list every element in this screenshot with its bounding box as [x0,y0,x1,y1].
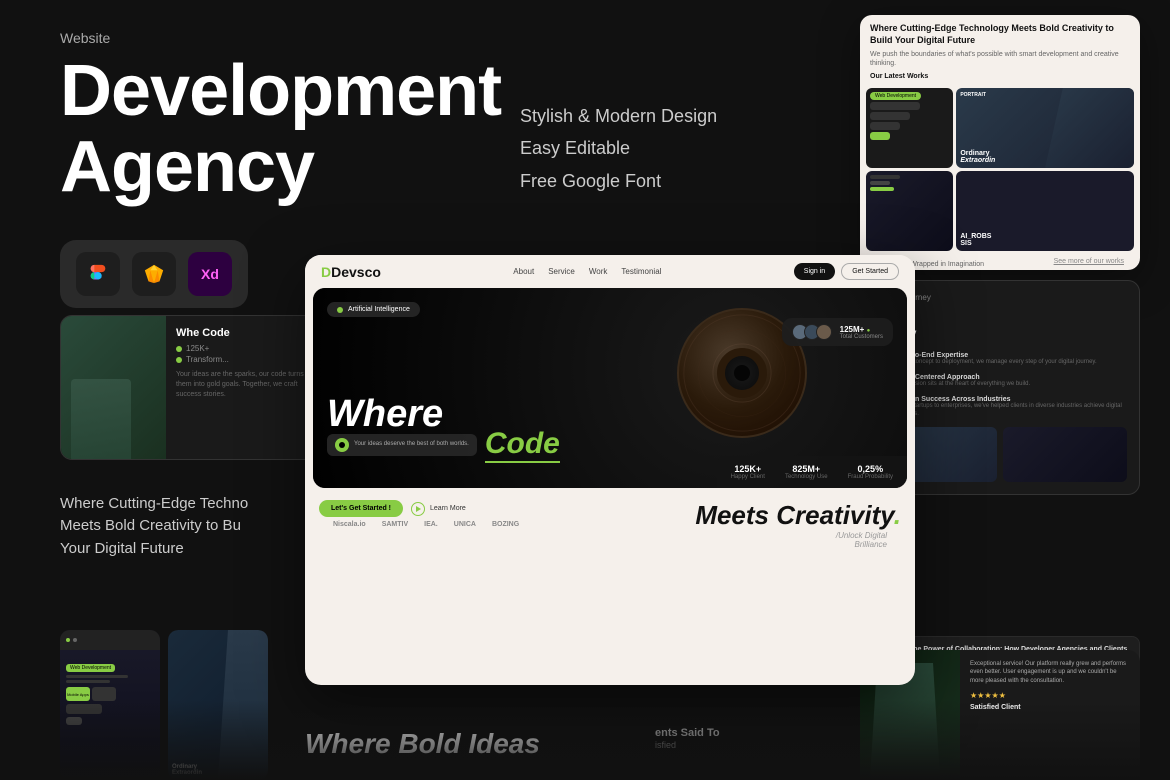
customer-label: Total Customers [840,334,883,340]
ai-badge: Artificial Intelligence [327,302,420,317]
center-website-mockup: DDevsco About Service Work Testimonial S… [305,255,915,685]
hero-getstarted-button[interactable]: Let's Get Started ! [319,500,403,517]
nav-about[interactable]: About [513,267,534,276]
see-more-link[interactable]: See more of our works [1046,258,1132,270]
bottom-left-tagline: Where Cutting-Edge Techno Meets Bold Cre… [60,493,248,561]
stat-indicator-2 [176,357,182,363]
tagline-line2: Meets Bold Creativity to Bu [60,515,248,538]
hero-stats-bar: 125K+ Happy Client 825M+ Technology Use … [717,456,907,488]
stat-happy-clients: 125K+ Happy Client [731,464,765,480]
ai-badge-text: Artificial Intelligence [348,306,410,313]
brand-2: SAMTIV [382,521,408,528]
feature-title-3: Proven Success Across Industries [896,396,1127,403]
stat-value: 125K+ [186,344,209,353]
figma-icon[interactable] [76,252,120,296]
signin-button[interactable]: Sign in [794,263,835,280]
feature-desc-2: Your vision sits at the heart of everyth… [897,381,1030,389]
features-section: Stylish & Modern Design Easy Editable Fr… [520,100,717,197]
stat-technology: 825M+ Technology Use [785,464,828,480]
learn-more-button[interactable]: Learn More [411,502,466,516]
main-title: Development Agency [60,54,501,205]
feature-title-2: User-Centered Approach [897,374,1030,381]
feature-2: Easy Editable [520,132,717,164]
mobile-tag: Web Development [66,664,115,672]
stat-value-2: Transform... [186,355,229,364]
avatar-3 [816,324,832,340]
hero-code-text: Code [485,427,560,463]
mockup-nav-links: About Service Work Testimonial [513,267,661,276]
customer-avatars [792,324,832,340]
tagline-line3: Your Digital Future [60,538,248,561]
tool-icons-row: Xd [60,240,248,308]
feature-1: Stylish & Modern Design [520,100,717,132]
hero-code-section: Your ideas deserve the best of both worl… [327,427,560,463]
tr-title: Where Cutting-Edge Technology Meets Bold… [870,23,1130,46]
nav-testimonial[interactable]: Testimonial [621,267,661,276]
feature-3: Free Google Font [520,165,717,197]
feature-title-1: End-to-End Expertise [897,352,1097,359]
left-card-description: Your ideas are the sparks, our code turn… [176,370,309,399]
tr-img-3 [866,171,953,251]
left-card-title: Whe Code [176,326,309,340]
tr-subtitle: We push the boundaries of what's possibl… [870,50,1130,68]
top-right-preview: Where Cutting-Edge Technology Meets Bold… [860,15,1140,270]
top-left-section: Website Development Agency [60,30,501,205]
testimonial-stars: ★★★★★ [970,691,1130,700]
getstarted-button[interactable]: Get Started [841,263,899,280]
feature-desc-1: From concept to deployment, we manage ev… [897,359,1097,367]
code-icon [335,438,349,452]
brand-5: BOZING [492,521,519,528]
testimonial-quote-text: Exceptional service! Our platform really… [970,660,1130,685]
bottom-fade-overlay [0,700,1170,780]
tr-images-grid: Web Development PORTRAIT OrdinaryExtraor… [860,88,1140,257]
left-card-stats: 125K+ Transform... [176,344,309,364]
tr-our-works-label: Our Latest Works [870,73,1130,80]
unlock-text: /Unlock DigitalBrilliance [695,531,901,555]
stat-indicator [176,346,182,352]
code-info-badge: Your ideas deserve the best of both worl… [327,434,477,456]
mockup-nav-buttons: Sign in Get Started [794,263,899,280]
brand-logos: Niscala.io SAMTIV IEA. UNICA BOZING [319,521,533,536]
left-card-content: Whe Code 125K+ Transform... Your ideas a… [166,316,319,459]
meets-creativity-section: Let's Get Started ! Learn More Niscala.i… [305,494,915,561]
sketch-icon[interactable] [132,252,176,296]
brand-1: Niscala.io [333,521,366,528]
customer-count: 125M+ ● [840,325,883,334]
brand-3: IEA. [424,521,438,528]
tr-img-4: AI_ROBSSIS [956,171,1134,251]
brand-4: UNICA [454,521,476,528]
ai-badge-indicator [337,307,343,313]
left-preview-card: Whe Code 125K+ Transform... Your ideas a… [60,315,320,460]
customer-stats-badge: 125M+ ● Total Customers [782,318,893,346]
stat-item-2: Transform... [176,355,309,364]
stat-item: 125K+ [176,344,309,353]
tagline-line1: Where Cutting-Edge Techno [60,493,248,516]
category-label: Website [60,30,501,46]
nav-service[interactable]: Service [548,267,575,276]
nav-work[interactable]: Work [589,267,608,276]
tr-header-section: Where Cutting-Edge Technology Meets Bold… [860,15,1140,88]
tr-img-2: PORTRAIT OrdinaryExtraordin [956,88,1134,168]
right-img-ui [1003,427,1127,482]
code-badge-text: Your ideas deserve the best of both worl… [354,441,469,449]
feature-desc-3: From startups to enterprises, we've help… [896,403,1127,419]
cta-buttons: Let's Get Started ! Learn More [319,500,533,517]
meets-creativity-text: Meets Creativity. [695,500,901,531]
stat-fraud: 0,25% Fraud Probability [848,464,893,480]
left-card-image [61,316,166,459]
mockup-navbar: DDevsco About Service Work Testimonial S… [305,255,915,288]
mockup-logo: DDevsco [321,264,381,280]
tr-img-1: Web Development [866,88,953,168]
play-icon [411,502,425,516]
xd-label: Xd [201,266,219,282]
mockup-hero-section: Artificial Intelligence 125M+ ● Total Cu… [313,288,907,488]
adobe-xd-icon[interactable]: Xd [188,252,232,296]
